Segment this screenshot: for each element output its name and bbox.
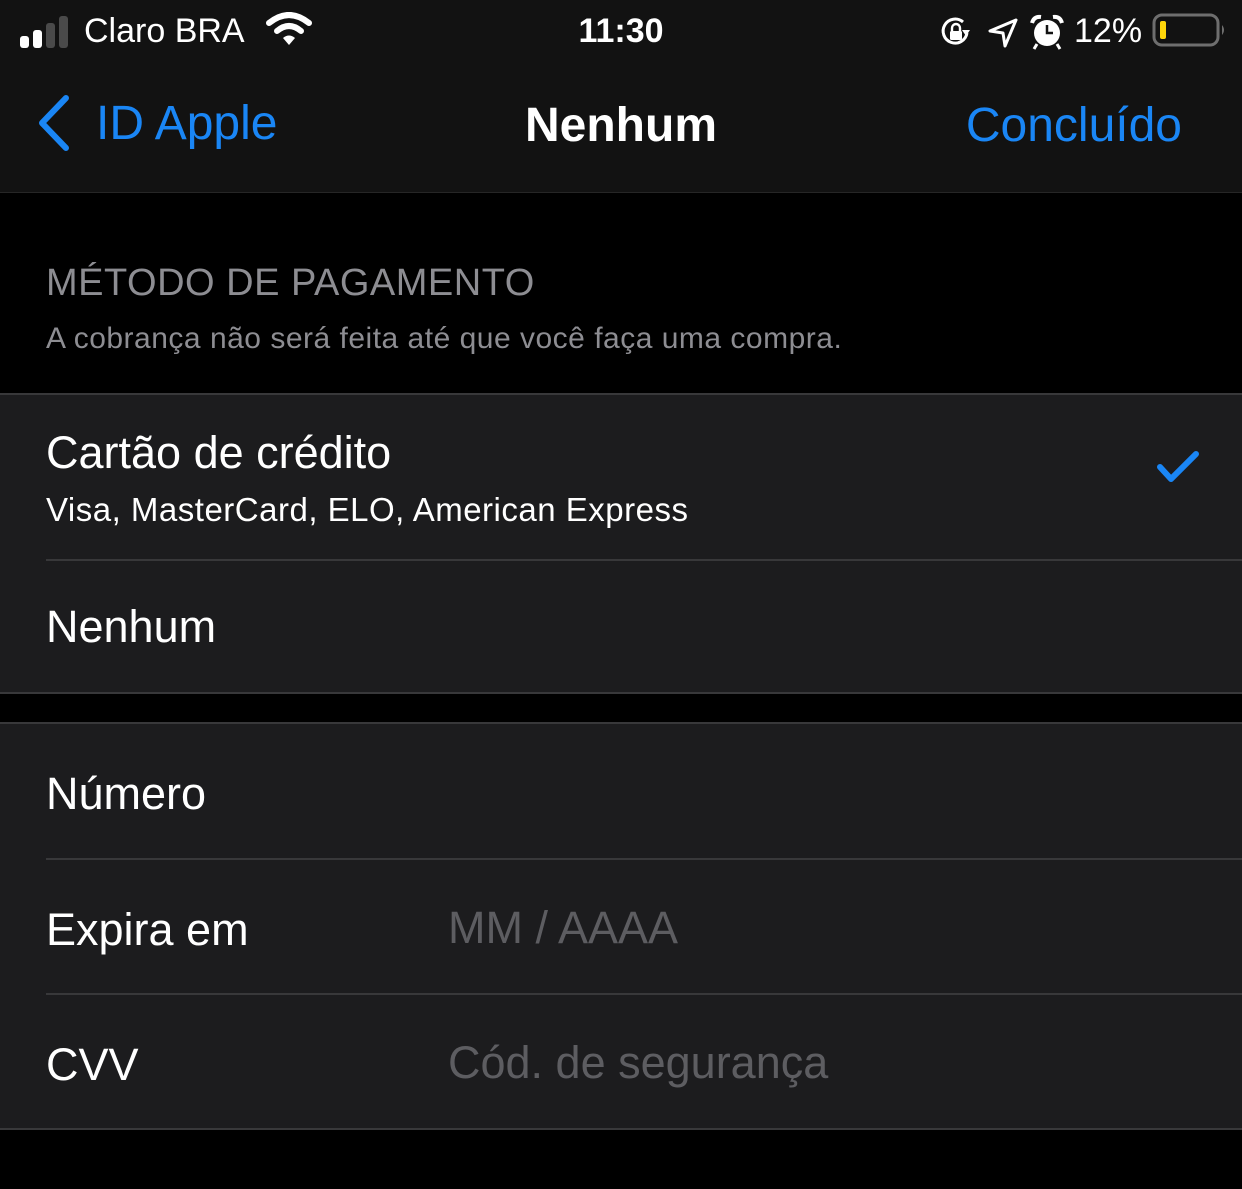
option-title: Cartão de crédito [46,427,392,478]
location-icon [988,18,1018,48]
checkmark-icon [1157,451,1199,482]
payment-option-credit-card[interactable]: Cartão de crédito Visa, MasterCard, ELO,… [0,395,1242,561]
cvv-row: CVV [0,995,1242,1128]
payment-option-none[interactable]: Nenhum [0,561,1242,692]
orientation-lock-icon [941,17,970,45]
card-number-input[interactable] [448,766,1208,818]
section-footnote: A cobrança não será feita até que você f… [46,322,843,355]
alarm-icon [1030,14,1064,50]
card-details-form: Número Expira em CVV [0,722,1242,1130]
field-label: Expira em [46,904,249,955]
field-label: CVV [46,1039,139,1090]
section-header: MÉTODO DE PAGAMENTO [46,262,535,304]
navigation-bar: ID Apple Nenhum Concluído [0,66,1242,193]
battery-fill [1160,21,1166,39]
option-subtitle: Visa, MasterCard, ELO, American Express [46,491,689,528]
card-number-row: Número [0,724,1242,860]
top-bar: Claro BRA 11:30 12% ID Apple Nenhum Conc… [0,0,1242,193]
expiry-row: Expira em [0,860,1242,995]
done-button[interactable]: Concluído [966,98,1182,153]
payment-method-list: Cartão de crédito Visa, MasterCard, ELO,… [0,393,1242,694]
field-label: Número [46,768,207,819]
status-bar: Claro BRA 11:30 12% [0,0,1242,66]
cvv-input[interactable] [448,1037,1208,1089]
battery-percent: 12% [1074,12,1143,50]
battery-icon [1152,13,1224,47]
option-title: Nenhum [46,601,217,652]
expiry-input[interactable] [448,902,1208,954]
